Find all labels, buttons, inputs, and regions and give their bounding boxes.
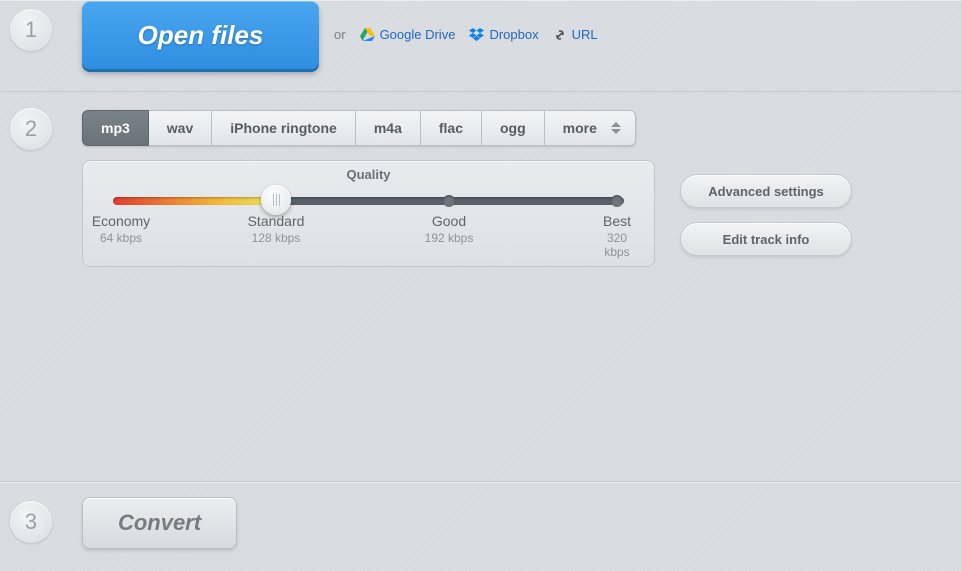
google-drive-link[interactable]: Google Drive — [360, 27, 456, 42]
google-drive-icon — [360, 28, 375, 41]
dropbox-label: Dropbox — [489, 27, 538, 42]
quality-label-good: Good 192 kbps — [425, 213, 474, 245]
advanced-settings-button[interactable]: Advanced settings — [680, 174, 852, 208]
quality-label-best: Best 320 kbps — [599, 213, 636, 259]
side-buttons: Advanced settings Edit track info — [680, 174, 852, 256]
open-files-button[interactable]: Open files — [82, 1, 319, 69]
step-badge-2: 2 — [10, 108, 52, 150]
quality-label-standard: Standard 128 kbps — [248, 213, 305, 245]
tab-more[interactable]: more — [545, 110, 636, 146]
tab-mp3[interactable]: mp3 — [82, 110, 149, 146]
quality-slider-track[interactable] — [113, 197, 624, 205]
link-icon — [553, 28, 567, 42]
slider-stop-good — [443, 195, 455, 207]
or-label: or — [334, 27, 346, 42]
edit-track-info-button[interactable]: Edit track info — [680, 222, 852, 256]
step-badge-3: 3 — [10, 501, 52, 543]
tab-m4a[interactable]: m4a — [356, 110, 421, 146]
quality-panel: Quality Economy 64 kbps Standard 128 kbp… — [82, 160, 655, 267]
convert-button[interactable]: Convert — [82, 497, 237, 549]
format-tabs: mp3 wav iPhone ringtone m4a flac ogg mor… — [82, 110, 636, 146]
tab-more-label: more — [563, 120, 597, 136]
slider-stop-best — [611, 195, 623, 207]
quality-label-economy: Economy 64 kbps — [92, 213, 150, 245]
section-convert: 3 Convert — [0, 482, 961, 570]
section-format-quality: 2 mp3 wav iPhone ringtone m4a flac ogg m… — [0, 92, 961, 482]
url-link[interactable]: URL — [553, 27, 598, 42]
updown-icon — [609, 122, 623, 134]
alt-source-row: or Google Drive Dropbox URL — [334, 27, 598, 42]
dropbox-link[interactable]: Dropbox — [469, 27, 538, 42]
tab-ogg[interactable]: ogg — [482, 110, 545, 146]
dropbox-icon — [469, 28, 484, 41]
section-open-files: 1 Open files or Google Drive Dropbox URL — [0, 0, 961, 92]
google-drive-label: Google Drive — [380, 27, 456, 42]
quality-title: Quality — [83, 167, 654, 182]
quality-slider-handle[interactable] — [261, 185, 291, 215]
url-label: URL — [572, 27, 598, 42]
tab-iphone-ringtone[interactable]: iPhone ringtone — [212, 110, 356, 146]
tab-flac[interactable]: flac — [421, 110, 482, 146]
step-badge-1: 1 — [10, 9, 52, 51]
tab-wav[interactable]: wav — [149, 110, 212, 146]
